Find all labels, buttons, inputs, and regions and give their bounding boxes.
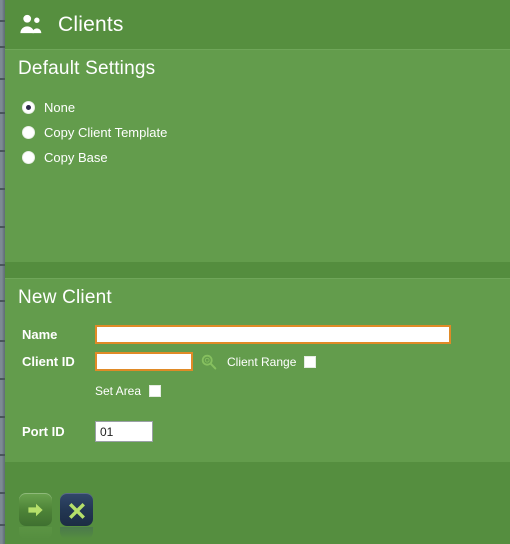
radio-none-icon[interactable] — [22, 101, 35, 114]
radio-option-copy-client-template[interactable]: Copy Client Template — [22, 120, 510, 145]
window-left-edge — [0, 0, 5, 544]
radio-copy-client-template-label: Copy Client Template — [44, 125, 168, 140]
new-client-panel: New Client Name Client ID Client Range S… — [5, 278, 510, 462]
port-id-input[interactable] — [95, 421, 153, 442]
client-id-label: Client ID — [22, 354, 75, 369]
cancel-button-reflection — [60, 527, 93, 539]
radio-copy-base-icon[interactable] — [22, 151, 35, 164]
default-settings-radio-group[interactable]: None Copy Client Template Copy Base — [5, 95, 510, 170]
default-settings-panel: Default Settings None Copy Client Templa… — [5, 49, 510, 262]
panel-separator — [5, 262, 510, 278]
clients-dialog: Clients Default Settings None Copy Clien… — [0, 0, 510, 544]
cancel-button[interactable] — [60, 493, 93, 526]
radio-option-none[interactable]: None — [22, 95, 510, 120]
search-icon[interactable] — [200, 353, 218, 371]
name-label: Name — [22, 327, 58, 342]
dialog-header: Clients — [5, 0, 510, 49]
close-x-icon — [68, 502, 85, 519]
set-area-checkbox[interactable] — [149, 385, 162, 397]
new-client-form: Name Client ID Client Range Set Area Por… — [5, 321, 510, 445]
radio-copy-base-label: Copy Base — [44, 150, 108, 165]
name-input[interactable] — [95, 325, 451, 344]
set-area-label: Set Area — [95, 384, 142, 398]
form-row-client-id: Client ID Client Range — [5, 348, 510, 375]
dialog-footer — [5, 462, 510, 544]
new-client-title: New Client — [18, 287, 112, 308]
radio-none-label: None — [44, 100, 76, 115]
default-settings-title: Default Settings — [18, 58, 156, 79]
port-id-label: Port ID — [22, 424, 65, 439]
submit-button[interactable] — [19, 493, 52, 526]
submit-button-reflection — [19, 527, 52, 539]
arrow-right-icon — [27, 503, 43, 516]
form-row-set-area: Set Area — [5, 380, 510, 402]
form-row-name: Name — [5, 321, 510, 348]
ok-button-wrap — [19, 493, 52, 539]
radio-copy-client-template-icon[interactable] — [22, 126, 35, 139]
client-id-input[interactable] — [95, 352, 193, 371]
cancel-button-wrap — [60, 493, 93, 539]
client-range-checkbox[interactable] — [304, 355, 317, 368]
page-title: Clients — [58, 12, 124, 36]
radio-option-copy-base[interactable]: Copy Base — [22, 145, 510, 170]
form-row-port-id: Port ID — [5, 418, 510, 445]
clients-people-icon — [20, 14, 42, 33]
client-range-label: Client Range — [227, 354, 297, 369]
